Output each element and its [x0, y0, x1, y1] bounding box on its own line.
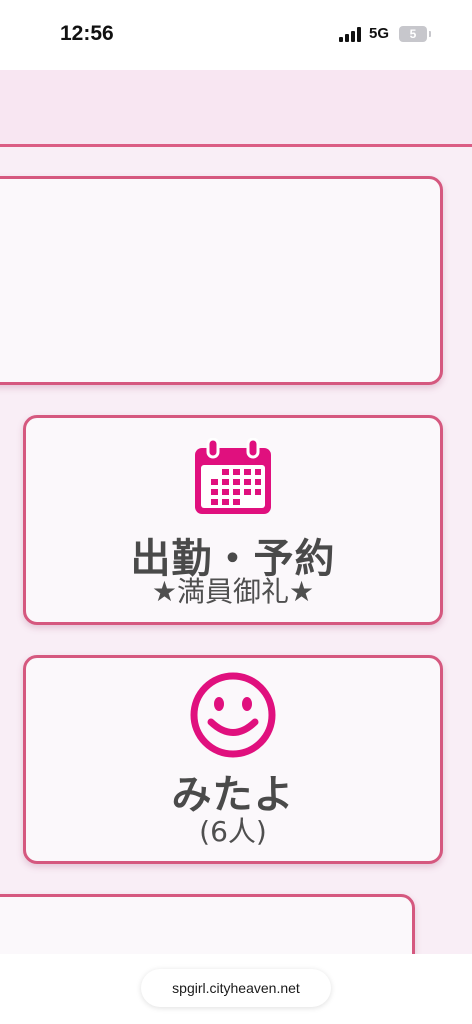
mitayo-count: (6人) — [199, 815, 267, 848]
status-time: 12:56 — [60, 22, 114, 45]
schedule-reservation-button[interactable]: 出勤・予約 ★満員御礼★ — [23, 415, 443, 625]
network-label: 5G — [369, 25, 390, 42]
blank-card — [0, 176, 443, 385]
header-band — [0, 70, 472, 147]
battery-icon: 5 — [399, 26, 427, 42]
url-field[interactable]: spgirl.cityheaven.net — [141, 969, 331, 1007]
browser-url-bar: spgirl.cityheaven.net — [0, 954, 472, 1024]
signal-icon — [339, 27, 361, 42]
calendar-icon — [195, 438, 271, 514]
status-bar: 12:56 5G 5 — [0, 0, 472, 70]
smiley-icon — [190, 672, 276, 758]
page-content: 出勤・予約 ★満員御礼★ みたよ (6人) — [0, 70, 472, 954]
battery-cap — [429, 31, 431, 37]
schedule-subtitle: ★満員御礼★ — [151, 575, 315, 608]
partial-card — [0, 894, 415, 954]
mitayo-button[interactable]: みたよ (6人) — [23, 655, 443, 864]
